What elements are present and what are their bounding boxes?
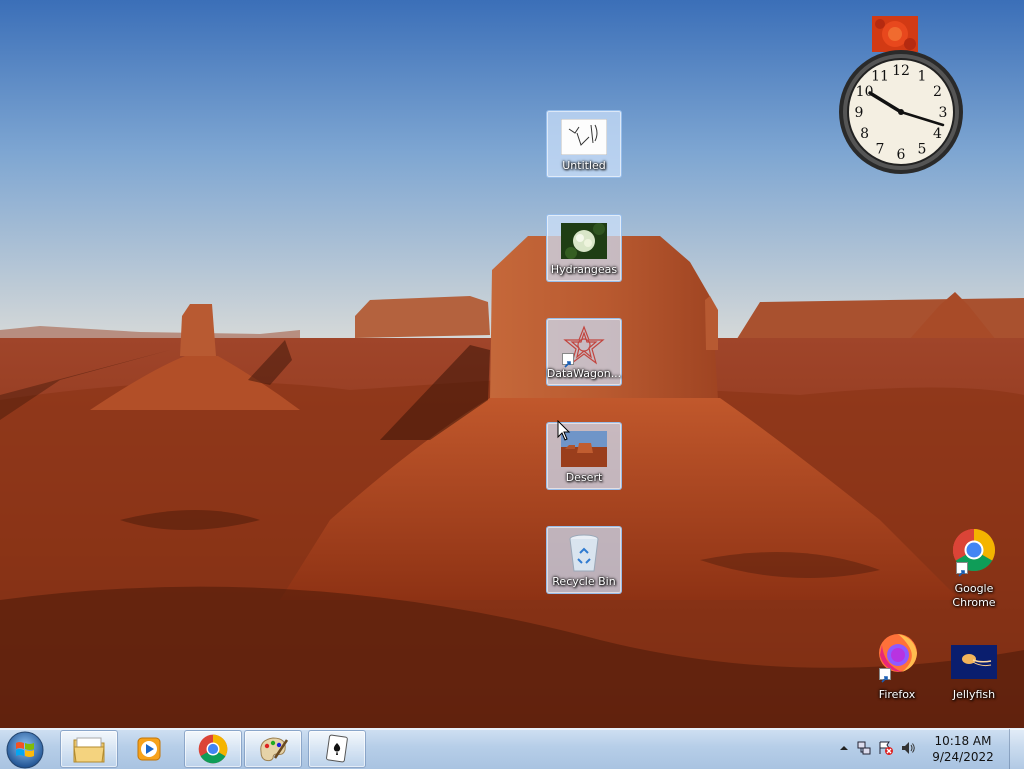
clock-face: 12 1234567891011	[839, 50, 963, 174]
icon-recycle-bin[interactable]: Recycle Bin	[546, 526, 622, 594]
icon-datawagon[interactable]: DataWagon...	[546, 318, 622, 386]
volume-icon[interactable]	[900, 740, 916, 756]
clock-numeral: 6	[897, 147, 906, 163]
taskbar-file-explorer[interactable]	[60, 730, 118, 768]
network-icon[interactable]	[856, 740, 872, 756]
taskbar-media-player[interactable]	[120, 730, 178, 768]
flower-tab-icon	[872, 16, 918, 52]
icon-label: Desert	[565, 471, 603, 484]
solitaire-icon	[326, 734, 348, 763]
clock-numeral: 2	[933, 84, 942, 100]
clock-numeral: 4	[933, 126, 942, 142]
icon-label: DataWagon...	[546, 367, 622, 380]
clock-date: 9/24/2022	[932, 750, 994, 764]
icon-google-chrome[interactable]: Google Chrome	[936, 524, 1012, 610]
shortcut-arrow-icon	[879, 668, 891, 683]
show-desktop-button[interactable]	[1009, 729, 1024, 769]
firefox-icon	[873, 634, 921, 683]
system-tray: 10:18 AM 9/24/2022	[834, 729, 1024, 769]
shortcut-arrow-icon	[562, 353, 574, 368]
drawing-thumbnail-icon	[560, 117, 608, 157]
icon-label: Google Chrome	[952, 582, 996, 609]
clock-numeral: 9	[855, 105, 864, 121]
clock-numeral: 12	[892, 63, 910, 79]
start-button[interactable]	[6, 731, 44, 769]
icon-firefox[interactable]: Firefox	[859, 628, 935, 701]
icon-label: Firefox	[878, 688, 916, 701]
clock-time: 10:18 AM	[934, 734, 992, 748]
chrome-icon	[198, 734, 228, 764]
clock-numeral: 3	[939, 105, 948, 121]
windows-logo-icon	[6, 731, 44, 769]
clock-numeral: 8	[860, 126, 869, 142]
datawagon-icon	[560, 325, 608, 368]
clock-numeral: 1	[918, 69, 927, 85]
taskbar-solitaire[interactable]	[308, 730, 366, 768]
recycle-bin-icon	[560, 533, 608, 573]
action-center-icon[interactable]	[878, 740, 894, 756]
taskbar-clock[interactable]: 10:18 AM 9/24/2022	[928, 733, 998, 765]
shortcut-arrow-icon	[956, 562, 968, 577]
file-explorer-icon	[73, 737, 105, 763]
hydrangeas-thumbnail-icon	[560, 221, 608, 261]
icon-untitled[interactable]: Untitled	[546, 110, 622, 178]
paint-icon	[260, 737, 289, 762]
clock-numeral: 7	[876, 141, 885, 157]
taskbar: 10:18 AM 9/24/2022	[0, 728, 1024, 769]
mouse-cursor-icon	[557, 420, 571, 441]
show-hidden-icons-icon[interactable]	[836, 740, 852, 756]
icon-jellyfish[interactable]: Jellyfish	[936, 636, 1012, 704]
taskbar-paint[interactable]	[244, 730, 302, 768]
clock-numeral: 11	[871, 69, 889, 85]
clock-numeral: 5	[918, 141, 927, 157]
clock-gadget[interactable]: 12 1 2 3 4 5 6 7 8 9 10 11	[836, 16, 966, 176]
icon-label: Jellyfish	[952, 688, 996, 701]
icon-label: Untitled	[562, 159, 606, 172]
jellyfish-thumbnail-icon	[950, 642, 998, 682]
media-player-icon	[137, 737, 161, 761]
icon-label: Hydrangeas	[550, 263, 618, 276]
icon-hydrangeas[interactable]: Hydrangeas	[546, 214, 622, 282]
taskbar-chrome[interactable]	[184, 730, 242, 768]
icon-label: Recycle Bin	[552, 575, 616, 588]
chrome-icon	[950, 529, 998, 577]
